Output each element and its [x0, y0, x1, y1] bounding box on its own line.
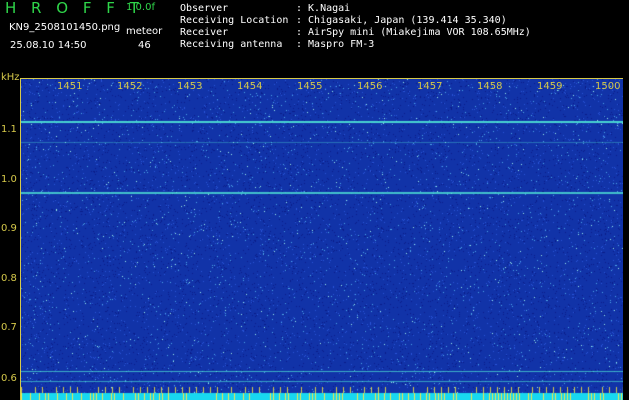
y-tick-label: 0.7 [1, 322, 17, 333]
y-tick-label: 0.6 [1, 373, 17, 384]
x-tick-label: 1454 [237, 81, 263, 92]
observer-key: Observer [180, 3, 229, 14]
location-key: Receiving Location [180, 15, 289, 26]
x-tick-label: 1457 [417, 81, 443, 92]
y-tick-label: 0.8 [1, 273, 17, 284]
observer-value: : K.Nagai [296, 3, 351, 14]
x-tick-label: 1456 [357, 81, 383, 92]
x-tick-label: 1500 [595, 81, 621, 92]
receiver-value: : AirSpy mini (Miakejima VOR 108.65MHz) [296, 27, 531, 38]
version-label: 1.0.0f [126, 2, 155, 13]
antenna-key: Receiving antenna [180, 39, 283, 50]
app-title: H R O F F T [5, 0, 144, 17]
spectrogram-plot [20, 78, 623, 400]
receiver-key: Receiver [180, 27, 229, 38]
x-tick-label: 1459 [537, 81, 563, 92]
antenna-value: : Maspro FM-3 [296, 39, 375, 50]
x-tick-label: 1452 [117, 81, 143, 92]
filename-label: KN9_2508101450.png [9, 22, 121, 33]
datetime-label: 25.08.10 14:50 [10, 40, 87, 51]
x-tick-label: 1458 [477, 81, 503, 92]
x-tick-label: 1455 [297, 81, 323, 92]
x-tick-label: 1451 [57, 81, 83, 92]
spectrogram-canvas [21, 79, 623, 400]
mode-value: 46 [138, 40, 151, 51]
y-unit-label: kHz [1, 72, 20, 83]
y-tick-label: 1.0 [1, 174, 17, 185]
mode-label: meteor [126, 26, 163, 37]
location-value: : Chigasaki, Japan (139.414 35.340) [296, 15, 507, 26]
x-tick-label: 1453 [177, 81, 203, 92]
y-tick-label: 0.9 [1, 223, 17, 234]
hrofft-window: H R O F F T 1.0.0f KN9_2508101450.png me… [0, 0, 629, 400]
y-tick-label: 1.1 [1, 124, 17, 135]
